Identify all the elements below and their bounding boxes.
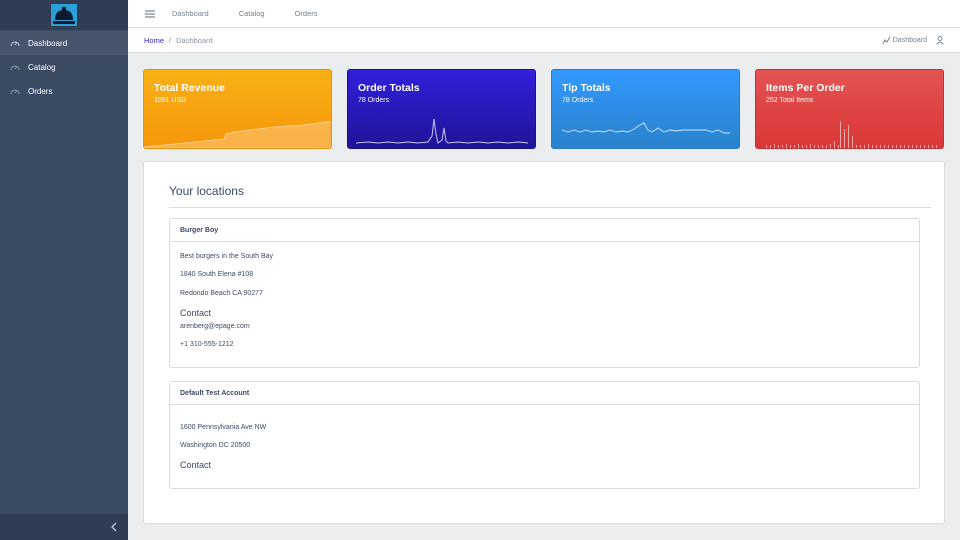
- graph-icon: [882, 36, 891, 45]
- locations-card: Your locations Burger Boy Best burgers i…: [143, 161, 945, 524]
- contact-phone: +1 310-555-1212: [180, 341, 234, 348]
- location-card: Default Test Account 1600 Pennsylvania A…: [169, 381, 920, 489]
- sidebar-minimizer-button[interactable]: [0, 514, 128, 540]
- sidebar-item-dashboard[interactable]: Dashboard: [0, 31, 128, 55]
- menu-toggle-button[interactable]: [144, 8, 156, 20]
- location-city: Washington DC 20500: [180, 442, 251, 449]
- widget-subtitle: 252 Total Items: [766, 97, 814, 104]
- revenue-area-chart: [144, 120, 331, 148]
- widget-subtitle: 1091 USD: [154, 97, 187, 104]
- top-header: Dashboard Catalog Orders: [128, 0, 960, 28]
- widget-order-totals: Order Totals 78 Orders: [347, 69, 536, 149]
- sidebar-item-orders[interactable]: Orders: [0, 79, 128, 103]
- divider: [169, 207, 931, 208]
- sidebar-item-label: Orders: [28, 86, 53, 96]
- breadcrumb-separator: /: [169, 35, 172, 45]
- tips-line-chart: [561, 122, 730, 134]
- widget-subtitle: 78 Orders: [562, 97, 594, 104]
- service-bell-icon: [51, 4, 77, 26]
- sidebar: Dashboard Catalog Orders: [0, 0, 128, 540]
- sidebar-item-label: Catalog: [28, 62, 56, 72]
- widget-title: Order Totals: [358, 82, 420, 94]
- location-description: Best burgers in the South Bay: [180, 253, 273, 260]
- contact-heading: Contact: [180, 460, 212, 470]
- subheader-dashboard-link[interactable]: Dashboard: [893, 37, 927, 44]
- widget-tip-totals: Tip Totals 78 Orders: [551, 69, 740, 149]
- widget-title: Items Per Order: [766, 82, 845, 94]
- chevron-left-icon: [111, 522, 117, 532]
- location-address: 1840 South Elena #108: [180, 271, 254, 278]
- header-link-orders[interactable]: Orders: [295, 9, 318, 18]
- location-address: 1600 Pennsylvania Ave NW: [180, 424, 267, 431]
- locations-title: Your locations: [169, 184, 244, 198]
- breadcrumb-current: Dashboard: [176, 35, 213, 45]
- header-link-catalog[interactable]: Catalog: [239, 9, 265, 18]
- speedometer-icon: [10, 86, 20, 96]
- location-name: Burger Boy: [170, 219, 919, 242]
- hamburger-icon: [145, 9, 155, 18]
- contact-heading: Contact: [180, 308, 212, 318]
- location-card: Burger Boy Best burgers in the South Bay…: [169, 218, 920, 368]
- contact-email: arenberg@epage.com: [180, 323, 250, 330]
- breadcrumb: Home / Dashboard Dashboard: [128, 28, 960, 53]
- widget-subtitle: 78 Orders: [358, 97, 390, 104]
- brand-logo[interactable]: [0, 0, 128, 30]
- widget-items-per-order: Items Per Order 252 Total Items: [755, 69, 944, 149]
- breadcrumb-home-link[interactable]: Home: [144, 36, 164, 45]
- orders-line-chart: [355, 118, 529, 144]
- sidebar-item-catalog[interactable]: Catalog: [0, 55, 128, 79]
- widget-total-revenue: Total Revenue 1091 USD: [143, 69, 332, 149]
- items-bar-chart: [766, 121, 937, 148]
- header-link-dashboard[interactable]: Dashboard: [172, 9, 209, 18]
- widget-title: Total Revenue: [154, 82, 225, 94]
- speedometer-icon: [10, 38, 20, 48]
- user-icon[interactable]: [936, 36, 944, 45]
- speedometer-icon: [10, 62, 20, 72]
- location-city: Redondo Beach CA 90277: [180, 290, 263, 297]
- subheader-actions: Dashboard: [882, 28, 944, 53]
- location-name: Default Test Account: [170, 382, 919, 405]
- sidebar-item-label: Dashboard: [28, 38, 68, 48]
- widget-title: Tip Totals: [562, 82, 611, 94]
